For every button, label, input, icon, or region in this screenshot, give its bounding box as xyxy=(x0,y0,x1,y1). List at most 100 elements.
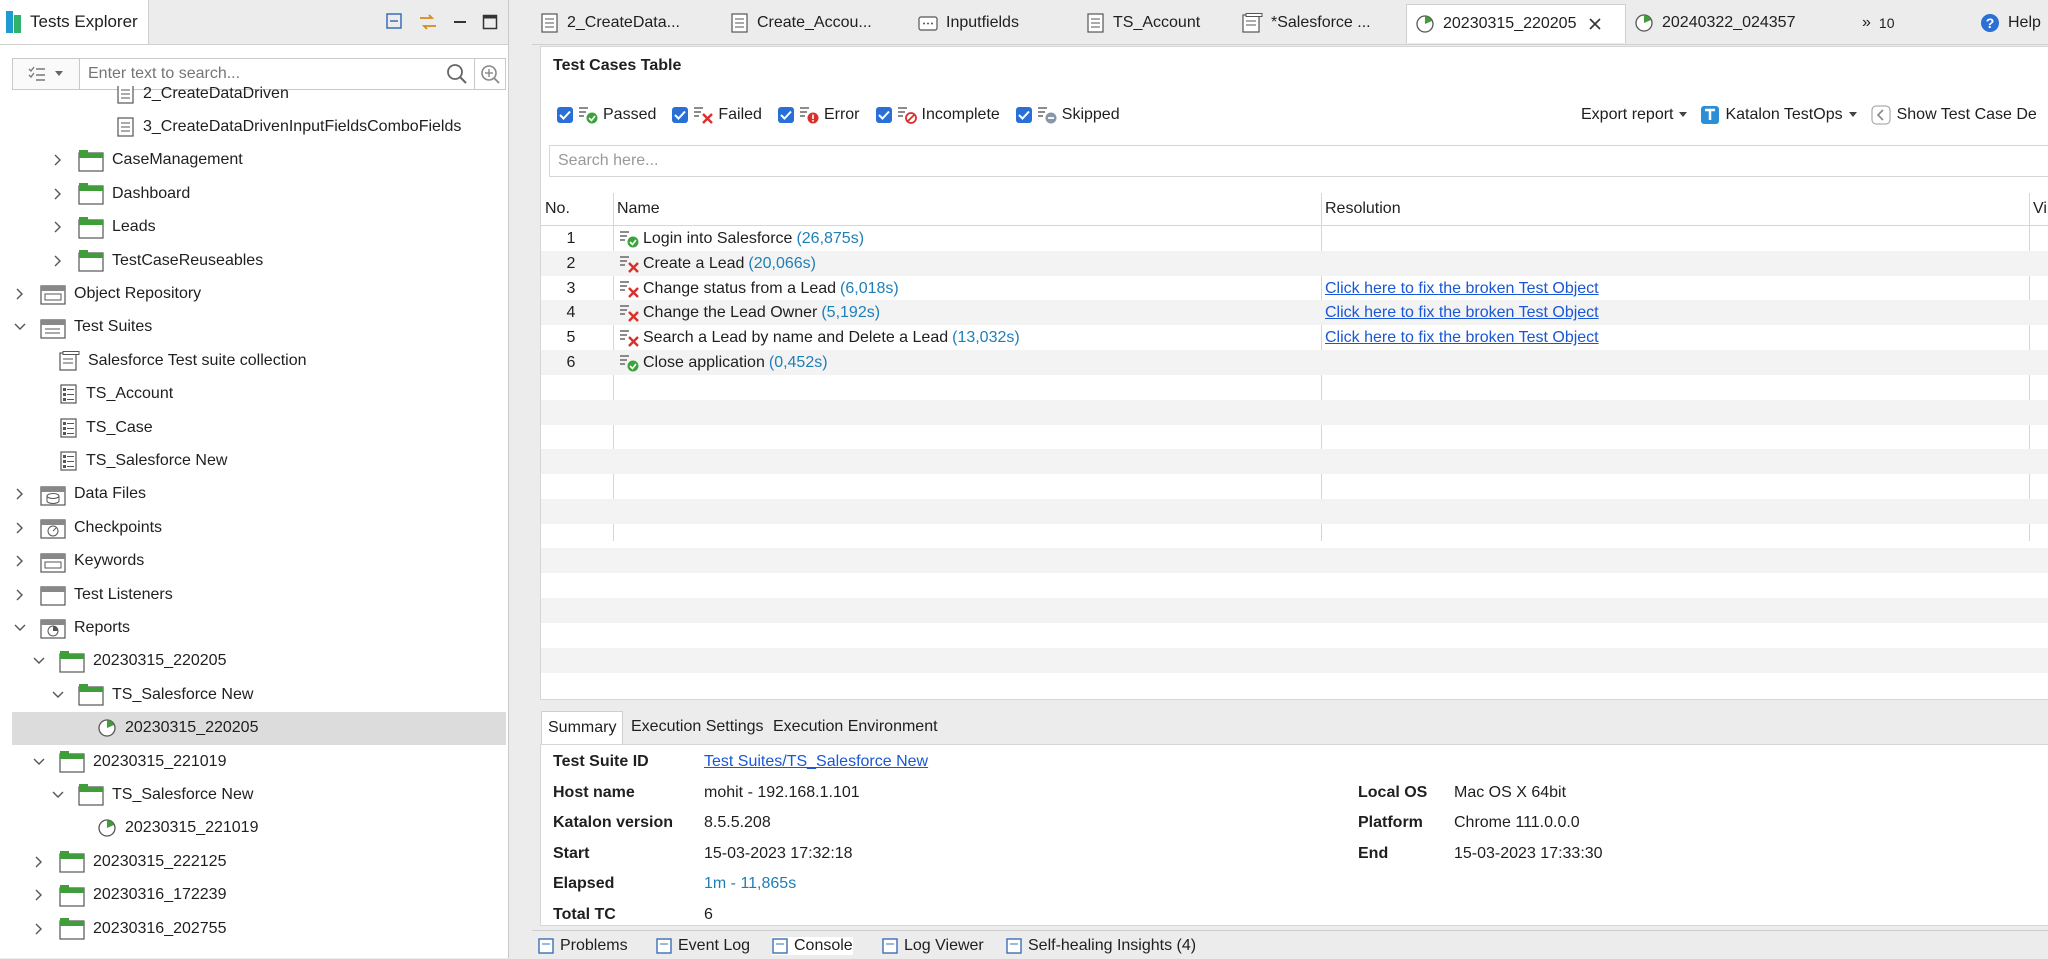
chevron-down-icon[interactable] xyxy=(33,756,45,768)
editor-tab[interactable]: *Salesforce ... xyxy=(1234,4,1402,42)
fix-broken-object-link[interactable]: Click here to fix the broken Test Object xyxy=(1325,276,1599,301)
column-header[interactable]: Name xyxy=(617,193,660,225)
maximize-icon[interactable] xyxy=(482,14,498,30)
tree-node[interactable]: 20230315_220205 xyxy=(12,711,506,745)
column-header[interactable]: Resolution xyxy=(1325,193,1401,225)
tree-node[interactable]: Keywords xyxy=(12,545,506,578)
filter-checkbox[interactable] xyxy=(777,106,794,123)
chevron-right-icon[interactable] xyxy=(52,188,64,200)
fix-broken-object-link[interactable]: Click here to fix the broken Test Object xyxy=(1325,325,1599,350)
editor-tab[interactable]: TS_Account xyxy=(1078,4,1230,42)
editor-tab[interactable]: 20240322_024357 xyxy=(1626,4,1854,42)
chevron-down-icon[interactable] xyxy=(14,321,26,333)
filter-skipped[interactable]: Skipped xyxy=(1015,105,1120,124)
tree-node[interactable]: Data Files xyxy=(12,478,506,511)
tree-node[interactable]: TestCaseReuseables xyxy=(12,244,506,277)
bottom-view-tab[interactable]: Console xyxy=(772,937,853,955)
tree-node[interactable]: TS_Salesforce New xyxy=(12,778,506,811)
help-button[interactable]: ? Help xyxy=(1980,4,2041,42)
tree-node[interactable]: 20230316_202755 xyxy=(12,912,506,945)
bottom-view-tab[interactable]: Self-healing Insights (4) xyxy=(1006,937,1196,955)
summary-tab[interactable]: Execution Environment xyxy=(767,711,944,743)
chevron-right-icon[interactable] xyxy=(14,555,26,567)
test-case-row[interactable]: 2 Create a Lead (20,066s) xyxy=(541,250,2048,276)
close-icon[interactable] xyxy=(1588,17,1602,31)
tree-node[interactable]: TS_Account xyxy=(12,378,506,411)
chevron-right-icon[interactable] xyxy=(33,923,45,935)
test-case-row[interactable]: 1 Login into Salesforce (26,875s) xyxy=(541,226,2048,251)
tree-node[interactable]: TS_Salesforce New xyxy=(12,678,506,711)
test-suite-id-link[interactable]: Test Suites/TS_Salesforce New xyxy=(704,753,928,771)
chevron-right-icon[interactable] xyxy=(14,488,26,500)
fix-broken-object-link[interactable]: Click here to fix the broken Test Object xyxy=(1325,300,1599,325)
chevron-right-icon[interactable] xyxy=(14,288,26,300)
tree-node[interactable]: 20230315_220205 xyxy=(12,645,506,678)
filter-checkbox[interactable] xyxy=(557,106,573,123)
editor-tab[interactable]: 2_CreateData... xyxy=(532,4,708,42)
explorer-search-input[interactable] xyxy=(86,64,446,84)
tree-node[interactable]: Test Listeners xyxy=(12,578,506,611)
editor-tab[interactable]: 20230315_220205 xyxy=(1406,4,1626,43)
column-header[interactable]: Vi xyxy=(2033,193,2047,225)
chevron-right-icon[interactable] xyxy=(52,255,64,267)
test-case-row[interactable]: 4 Change the Lead Owner (5,192s) Click here… xyxy=(541,300,2048,326)
tests-explorer-tab[interactable]: Tests Explorer xyxy=(0,0,149,44)
show-test-case-details-button[interactable]: Show Test Case De xyxy=(1871,105,2037,125)
tree-node-label: Test Suites xyxy=(74,318,153,336)
test-case-row[interactable]: 6 Close application (0,452s) xyxy=(541,350,2048,375)
editor-tab[interactable]: Create_Accou... xyxy=(722,4,906,42)
editor-tab[interactable]: Inputfields xyxy=(910,4,1074,42)
collapse-all-icon[interactable] xyxy=(386,13,404,31)
tree-node[interactable]: TS_Case xyxy=(12,411,506,444)
chevron-right-icon[interactable] xyxy=(33,856,45,868)
bottom-view-tab[interactable]: Log Viewer xyxy=(882,937,984,955)
chevron-right-icon[interactable] xyxy=(33,889,45,901)
export-report-dropdown[interactable]: Export report xyxy=(1581,106,1688,124)
test-case-row[interactable]: 3 Change status from a Lead (6,018s) Click … xyxy=(541,276,2048,301)
tree-node[interactable]: 20230315_221019 xyxy=(12,812,506,845)
bottom-view-tab[interactable]: Event Log xyxy=(656,937,750,955)
tree-node[interactable]: 20230315_221019 xyxy=(12,745,506,778)
link-with-editor-icon[interactable] xyxy=(418,13,438,31)
filter-checkbox[interactable] xyxy=(672,106,689,123)
filter-error[interactable]: Error xyxy=(777,105,860,124)
search-icon[interactable] xyxy=(446,63,468,85)
summary-tab[interactable]: Summary xyxy=(541,711,624,744)
column-header[interactable]: No. xyxy=(545,193,570,225)
test-case-row[interactable]: 5 Search a Lead by name and Delete a Lead… xyxy=(541,325,2048,350)
tree-node[interactable]: Dashboard xyxy=(12,177,506,210)
tree-node[interactable]: 20230316_172239 xyxy=(12,879,506,912)
tree-node[interactable]: Object Repository xyxy=(12,277,506,310)
tree-node[interactable]: Leads xyxy=(12,211,506,244)
overflow-tabs-button[interactable]: » 10 xyxy=(1862,4,1894,42)
filter-passed[interactable]: Passed xyxy=(557,105,656,124)
chevron-down-icon[interactable] xyxy=(14,622,26,634)
bottom-view-tab[interactable]: Problems xyxy=(538,937,628,955)
tree-node[interactable]: 20230315_222125 xyxy=(12,845,506,878)
filter-failed[interactable]: Failed xyxy=(672,105,762,124)
tree-node[interactable]: Test Suites xyxy=(12,311,506,344)
katalon-testops-dropdown[interactable]: Katalon TestOps xyxy=(1701,106,1857,124)
chevron-down-icon[interactable] xyxy=(52,689,64,701)
tree-node[interactable]: CaseManagement xyxy=(12,144,506,177)
table-search-field[interactable]: Search here... xyxy=(549,145,2048,177)
filter-checkbox[interactable] xyxy=(1015,106,1032,123)
start-value: 15-03-2023 17:32:18 xyxy=(704,845,853,862)
filter-checkbox[interactable] xyxy=(875,106,892,123)
tree-node[interactable]: TS_Salesforce New xyxy=(12,444,506,477)
summary-tab[interactable]: Execution Settings xyxy=(625,711,770,743)
tree-node[interactable]: 3_CreateDataDrivenInputFieldsComboFields xyxy=(12,110,506,143)
tree-node[interactable]: Reports xyxy=(12,611,506,644)
tree-node[interactable]: Salesforce Test suite collection xyxy=(12,344,506,377)
chevron-right-icon[interactable] xyxy=(52,221,64,233)
chevron-right-icon[interactable] xyxy=(52,154,64,166)
chevron-right-icon[interactable] xyxy=(14,589,26,601)
chevron-down-icon[interactable] xyxy=(33,655,45,667)
tree-node-label: 2_CreateDataDriven xyxy=(143,86,289,102)
filter-incomplete[interactable]: Incomplete xyxy=(875,105,1000,124)
tree-node[interactable]: 2_CreateDataDriven xyxy=(12,86,506,110)
minimize-icon[interactable] xyxy=(452,14,468,30)
chevron-right-icon[interactable] xyxy=(14,522,26,534)
chevron-down-icon[interactable] xyxy=(52,789,64,801)
tree-node[interactable]: Checkpoints xyxy=(12,511,506,544)
